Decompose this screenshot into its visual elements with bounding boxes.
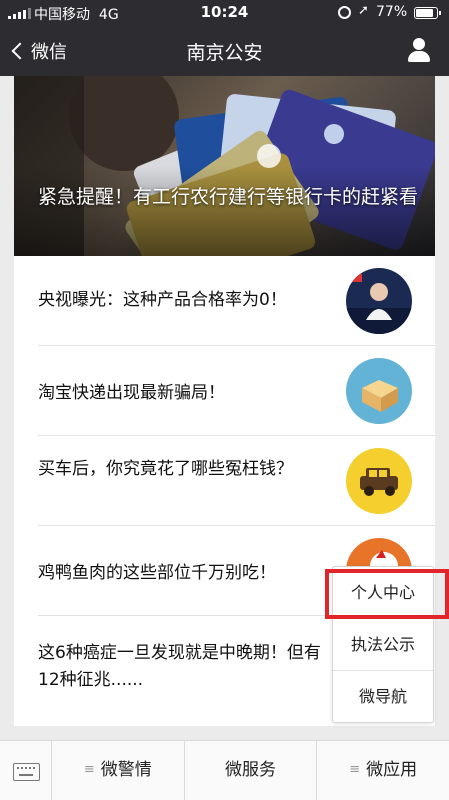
menu-button-police-info[interactable]: ≡ 微警情 [52, 741, 185, 800]
article-title: 央视曝光：这种产品合格率为0！ [38, 290, 287, 310]
location-arrow-icon: ➚ [358, 3, 369, 18]
menu-item-micro-navigation[interactable]: 微导航 [333, 671, 433, 723]
bottom-menu-bar: ≡ 微警情 微服务 ≡ 微应用 [0, 740, 449, 800]
page-title: 南京公安 [186, 42, 263, 64]
menu-button-apps[interactable]: ≡ 微应用 [317, 741, 449, 800]
article-item-3[interactable]: 买车后，你究竟花了哪些冤枉钱？ [14, 436, 435, 526]
navigation-bar: 微信 南京公安 [0, 26, 449, 76]
rotation-lock-icon [338, 6, 351, 19]
battery-percent: 77% [376, 4, 408, 20]
article-title: 鸡鸭鱼肉的这些部位千万别吃！ [38, 563, 276, 583]
keyboard-toggle-button[interactable] [0, 741, 52, 800]
menu-button-services[interactable]: 微服务 [185, 741, 318, 800]
hero-article[interactable]: 紧急提醒！有工行农行建行等银行卡的赶紧看 [14, 76, 435, 256]
article-title: 淘宝快递出现最新骗局！ [38, 383, 225, 403]
article-item-1[interactable]: 央视曝光：这种产品合格率为0！ [14, 256, 435, 346]
keyboard-icon [13, 763, 40, 781]
article-item-2[interactable]: 淘宝快递出现最新骗局！ [14, 346, 435, 436]
highlight-box [325, 569, 449, 619]
profile-icon[interactable] [407, 38, 431, 64]
car-thumbnail [346, 448, 412, 514]
parcel-box-thumbnail [346, 358, 412, 424]
submenu-lines-icon: ≡ [83, 762, 95, 777]
battery-icon [414, 7, 441, 19]
status-bar: 中国移动 4G 10:24 ➚ 77% [0, 0, 449, 26]
news-anchor-thumbnail [346, 268, 412, 334]
hero-caption: 紧急提醒！有工行农行建行等银行卡的赶紧看 [38, 186, 419, 208]
menu-item-law-enforcement[interactable]: 执法公示 [333, 619, 433, 671]
article-title: 买车后，你究竟花了哪些冤枉钱？ [38, 459, 293, 479]
article-title: 这6种癌症一旦发现就是中晚期！但有12种征兆...... [38, 643, 321, 690]
submenu-lines-icon: ≡ [349, 762, 361, 777]
